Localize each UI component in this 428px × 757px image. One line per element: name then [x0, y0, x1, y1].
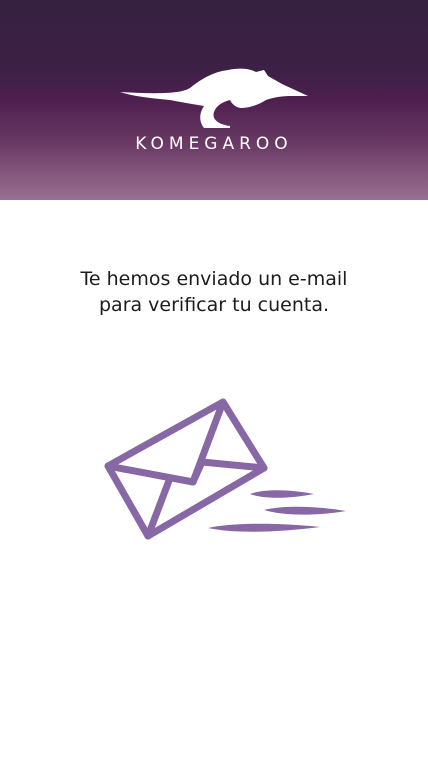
brand-name: KOMEGAROO — [135, 134, 293, 154]
kangaroo-logo-icon — [120, 68, 308, 128]
verification-message: Te hemos enviado un e-mail para verifica… — [0, 266, 428, 318]
sent-envelope-icon — [104, 398, 346, 540]
message-line-2: para verificar tu cuenta. — [98, 294, 329, 316]
message-line-1: Te hemos enviado un e-mail — [80, 268, 348, 290]
header-banner: KOMEGAROO — [0, 0, 428, 200]
